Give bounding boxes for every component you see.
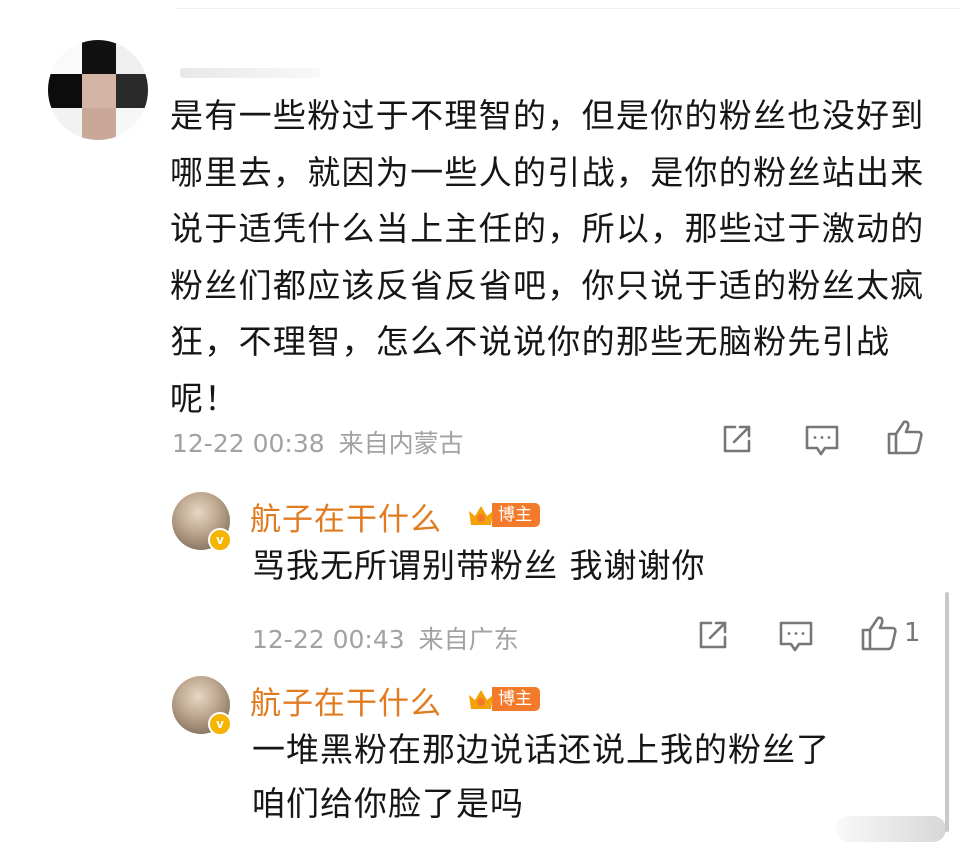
like-button[interactable]: 1 bbox=[860, 614, 921, 652]
blogger-badge: 博主 bbox=[466, 685, 540, 713]
watermark bbox=[836, 816, 946, 842]
reply-author[interactable]: 航子在干什么 bbox=[250, 494, 442, 539]
reply-avatar[interactable]: v bbox=[172, 676, 232, 736]
crown-icon bbox=[466, 685, 496, 713]
comment-time: 12-22 00:38 bbox=[172, 429, 325, 458]
reply-text-line: 一堆黑粉在那边说话还说上我的粉丝了 bbox=[252, 730, 830, 769]
verified-badge-icon: v bbox=[208, 712, 232, 736]
comment-location: 来自内蒙古 bbox=[338, 429, 464, 458]
reply-meta: 12-22 00:43 来自广东 bbox=[252, 620, 519, 656]
share-icon[interactable] bbox=[720, 422, 754, 456]
comment-icon[interactable] bbox=[778, 620, 814, 654]
reply-location: 来自广东 bbox=[418, 625, 519, 654]
comment-text: 是有一些粉过于不理智的，但是你的粉丝也没好到哪里去，就因为一些人的引战，是你的粉… bbox=[170, 96, 925, 418]
verified-badge-icon: v bbox=[208, 528, 232, 552]
like-icon bbox=[861, 616, 897, 651]
reply-avatar[interactable]: v bbox=[172, 492, 232, 552]
blogger-badge: 博主 bbox=[466, 501, 540, 529]
reply-author[interactable]: 航子在干什么 bbox=[250, 678, 442, 723]
blurred-username bbox=[180, 68, 320, 78]
comment-meta: 12-22 00:38 来自内蒙古 bbox=[172, 424, 464, 460]
share-icon[interactable] bbox=[696, 618, 730, 652]
scrollbar[interactable] bbox=[945, 592, 949, 832]
like-count: 1 bbox=[904, 618, 921, 648]
reply-text: 骂我无所谓别带粉丝 我谢谢你 bbox=[252, 546, 706, 585]
reply-time: 12-22 00:43 bbox=[252, 625, 405, 654]
like-icon[interactable] bbox=[886, 418, 924, 456]
top-divider bbox=[175, 8, 960, 9]
blogger-badge-label: 博主 bbox=[492, 687, 540, 711]
comment-icon[interactable] bbox=[804, 424, 840, 458]
crown-icon bbox=[466, 501, 496, 529]
avatar[interactable] bbox=[48, 40, 148, 140]
reply-text-line: 咱们给你脸了是吗 bbox=[252, 784, 524, 823]
blogger-badge-label: 博主 bbox=[492, 503, 540, 527]
